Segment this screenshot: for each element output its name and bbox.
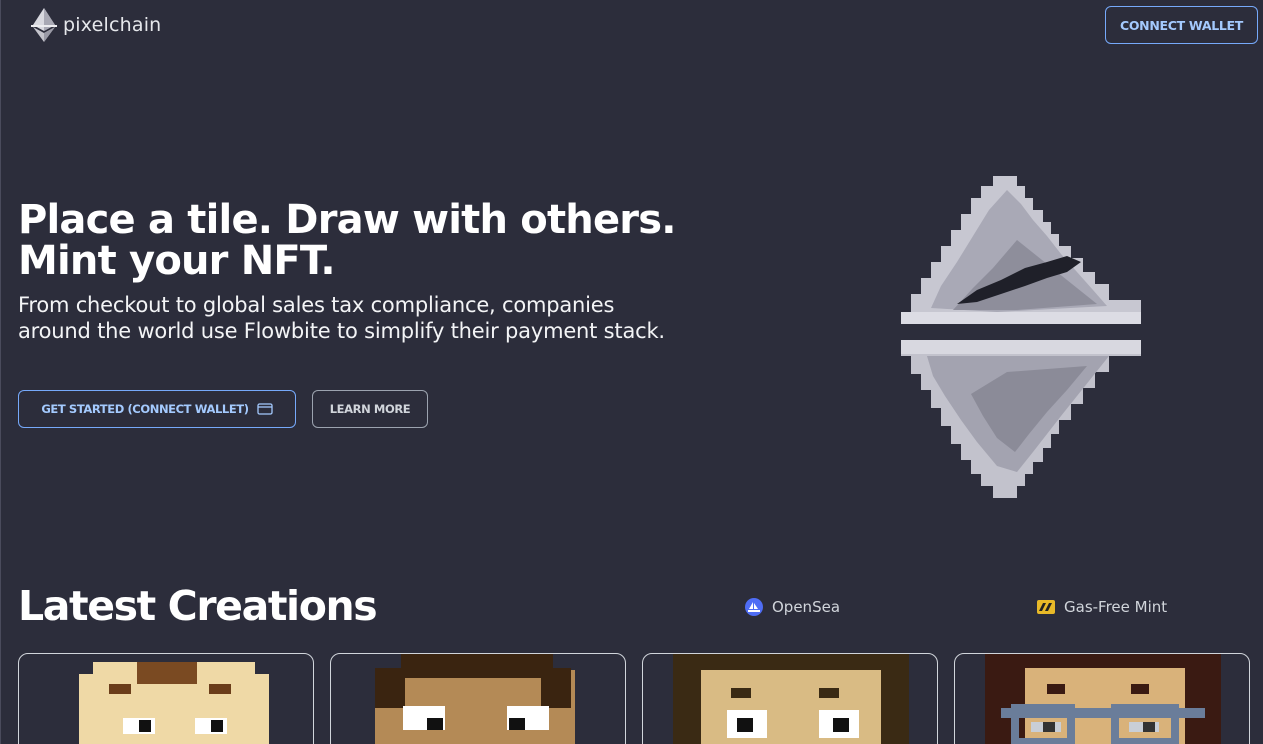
opensea-icon	[745, 598, 763, 616]
hero-title-line2: Mint your NFT.	[18, 238, 336, 284]
nft-card[interactable]	[642, 653, 938, 744]
hero-subtitle: From checkout to global sales tax compli…	[18, 293, 665, 343]
nft-card[interactable]	[330, 653, 626, 744]
gas-free-label: Gas-Free Mint	[1064, 598, 1168, 616]
opensea-link[interactable]: OpenSea	[745, 598, 840, 616]
nft-card[interactable]	[18, 653, 314, 744]
ethereum-logo-icon	[31, 8, 57, 42]
nft-image	[375, 654, 575, 744]
brand-name: pixelchain	[63, 14, 162, 36]
nft-image	[673, 654, 909, 744]
brand-logo[interactable]: pixelchain	[27, 6, 161, 44]
get-started-button[interactable]: GET STARTED (CONNECT WALLET)	[18, 390, 296, 428]
opensea-label: OpenSea	[772, 598, 841, 616]
nft-card[interactable]	[954, 653, 1250, 744]
page: pixelchain CONNECT WALLET Place a tile. …	[0, 0, 1263, 744]
nft-image	[985, 654, 1221, 744]
hero-title-line1: Place a tile. Draw with others.	[18, 197, 676, 243]
nft-image	[79, 662, 269, 744]
get-started-label: GET STARTED (CONNECT WALLET)	[41, 402, 249, 416]
gas-free-mint-link[interactable]: Gas-Free Mint	[1037, 598, 1167, 616]
latest-creations-title: Latest Creations	[18, 582, 378, 630]
connect-wallet-button[interactable]: CONNECT WALLET	[1105, 6, 1258, 44]
wallet-icon	[256, 403, 273, 415]
hero-title: Place a tile. Draw with others. Mint you…	[18, 200, 718, 282]
pixel-ethereum-illustration	[901, 176, 1141, 498]
learn-more-button[interactable]: LEARN MORE	[312, 390, 428, 428]
gas-free-icon	[1037, 600, 1055, 614]
